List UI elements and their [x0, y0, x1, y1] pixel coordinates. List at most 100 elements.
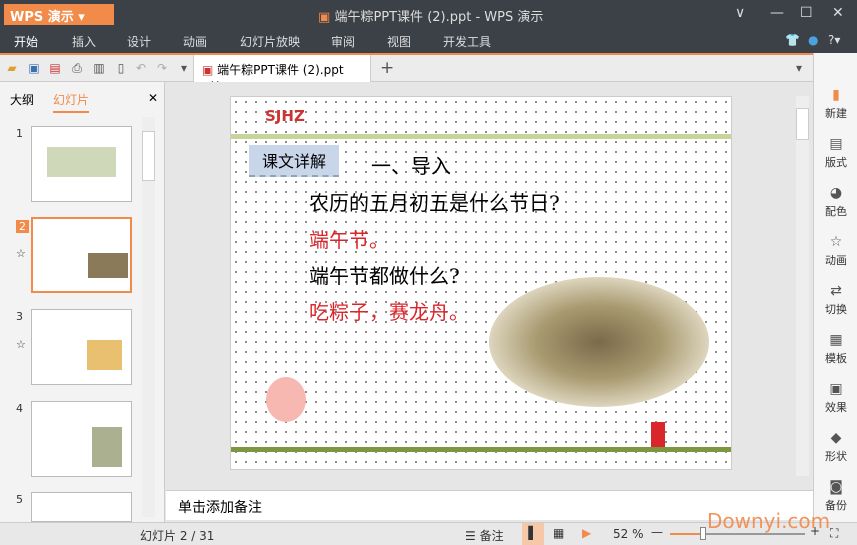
template-button[interactable]: ▦ 模板	[814, 332, 857, 366]
fit-window-icon[interactable]: ⛶	[830, 526, 838, 541]
slide-heading: 一、导入	[371, 154, 451, 178]
layout-icon: ▤	[829, 136, 843, 152]
undo-icon[interactable]: ↶	[134, 61, 148, 76]
menu-review[interactable]: 审阅	[331, 33, 355, 50]
slide-thumbnail[interactable]	[31, 309, 132, 385]
label: 模板	[825, 352, 847, 365]
slide-thumbnail-selected[interactable]	[31, 217, 132, 293]
task-pane-bar: ▮ 新建 ▤ 版式 ◕ 配色 ☆ 动画 ⇄ 切换 ▦ 模板 ▣ 效果 ◆ 形状 ◙ 备份	[813, 53, 857, 522]
wps-app-menu-button[interactable]: WPS 演示 ▾	[4, 4, 114, 25]
answer-2: 吃粽子，赛龙舟。	[309, 300, 469, 324]
slide-number: 2	[16, 220, 29, 233]
menu-bar: 开始 插入 设计 动画 幻灯片放映 审阅 视图 开发工具 👕 ● ?▾	[0, 28, 857, 55]
slide-panel: 大纲 幻灯片 ✕ 1 2 ☆ 3 ☆ 4 5	[0, 82, 165, 522]
more-dropdown-icon[interactable]: ▾	[177, 61, 191, 76]
save-icon[interactable]: ▣	[27, 61, 41, 76]
cloud-icon[interactable]: ●	[808, 33, 818, 47]
label: 形状	[825, 450, 847, 463]
palette-icon: ◕	[829, 185, 843, 201]
new-icon: ▮	[832, 87, 840, 103]
watermark: Downyi.com	[707, 509, 831, 533]
slide-editor: SJHZ 课文详解 一、导入 农历的五月初五是什么节日? 端午节。 端午节都做什…	[166, 82, 813, 490]
chevron-down-icon[interactable]: ∨	[735, 5, 745, 21]
print-icon[interactable]: ⎙	[70, 61, 84, 76]
status-bar: 幻灯片 2 / 31 ☰ 备注 ▌ ▦ ▶ 52 % — + ⛶ Downyi.…	[0, 509, 857, 545]
zoom-out-button[interactable]: —	[651, 525, 663, 539]
slide-thumbnail[interactable]	[31, 126, 132, 202]
menu-slideshow[interactable]: 幻灯片放映	[240, 33, 300, 50]
menu-animation[interactable]: 动画	[183, 33, 207, 50]
menu-design[interactable]: 设计	[127, 33, 151, 50]
title-bar: WPS 演示 ▾ ▣ 端午粽PPT课件 (2).ppt - WPS 演示 ∨ —…	[0, 0, 857, 28]
window-title: ▣ 端午粽PPT课件 (2).ppt - WPS 演示	[318, 6, 543, 25]
slide-number: 4	[16, 402, 23, 415]
menu-insert[interactable]: 插入	[72, 33, 96, 50]
help-icon[interactable]: ?▾	[828, 33, 840, 47]
slide-canvas[interactable]: SJHZ 课文详解 一、导入 农历的五月初五是什么节日? 端午节。 端午节都做什…	[230, 96, 732, 470]
divider	[231, 447, 731, 452]
ppt-icon: ▣	[202, 63, 214, 77]
new-slide-button[interactable]: ▮ 新建	[814, 87, 857, 121]
notes-toggle[interactable]: ☰ 备注	[465, 527, 504, 544]
effects-icon: ▣	[829, 381, 843, 397]
tab-slides[interactable]: 幻灯片	[53, 91, 90, 113]
print-preview-icon[interactable]: ▥	[92, 61, 106, 76]
color-scheme-button[interactable]: ◕ 配色	[814, 185, 857, 219]
transition-button[interactable]: ⇄ 切换	[814, 283, 857, 317]
editor-scrollbar[interactable]	[796, 96, 809, 476]
document-tab[interactable]: ▣ 端午粽PPT课件 (2).ppt ✕	[193, 55, 371, 92]
shapes-button[interactable]: ◆ 形状	[814, 430, 857, 464]
document-tab-label: 端午粽PPT课件 (2).ppt	[217, 63, 344, 77]
menu-developer[interactable]: 开发工具	[443, 33, 491, 50]
slideshow-icon[interactable]: ▶	[582, 526, 591, 540]
slide-number: 5	[16, 493, 23, 506]
backup-button[interactable]: ◙ 备份	[814, 479, 857, 513]
label: 版式	[825, 156, 847, 169]
animation-star-icon: ☆	[16, 247, 26, 260]
peach-character-image	[266, 377, 306, 422]
normal-view-icon[interactable]: ▌	[522, 523, 544, 545]
close-button[interactable]: ✕	[832, 5, 844, 21]
answer-1: 端午节。	[309, 228, 389, 252]
label: 动画	[825, 254, 847, 267]
animation-button[interactable]: ☆ 动画	[814, 234, 857, 268]
template-icon: ▦	[829, 332, 843, 348]
slide-counter: 幻灯片 2 / 31	[140, 529, 215, 543]
label: 切换	[825, 303, 847, 316]
preview-icon[interactable]: ▯	[114, 61, 128, 76]
skin-icon[interactable]: 👕	[785, 33, 800, 47]
tab-list-icon[interactable]: ▾	[792, 61, 806, 76]
slide-thumbnail[interactable]	[31, 401, 132, 477]
slide-thumbnail[interactable]	[31, 492, 132, 522]
menu-home[interactable]: 开始	[14, 33, 39, 55]
effects-button[interactable]: ▣ 效果	[814, 381, 857, 415]
shapes-icon: ◆	[830, 430, 842, 446]
quick-toolbar: ▰ ▣ ▤ ⎙ ▥ ▯ ↶ ↷ ▾ ▣ 端午粽PPT课件 (2).ppt ✕ +…	[0, 53, 813, 92]
redo-icon[interactable]: ↷	[155, 61, 169, 76]
layout-button[interactable]: ▤ 版式	[814, 136, 857, 170]
question-2: 端午节都做什么?	[309, 264, 460, 288]
label: 配色	[825, 205, 847, 218]
open-icon[interactable]: ▰	[5, 61, 19, 76]
window-title-text: 端午粽PPT课件 (2).ppt - WPS 演示	[334, 10, 544, 25]
new-tab-icon[interactable]: +	[380, 58, 394, 78]
transition-icon: ⇄	[830, 283, 842, 299]
slide-number: 3	[16, 310, 23, 323]
export-pdf-icon[interactable]: ▤	[48, 61, 62, 76]
tab-outline[interactable]: 大纲	[10, 91, 34, 108]
maximize-button[interactable]: ☐	[800, 5, 813, 21]
minimize-button[interactable]: —	[770, 5, 784, 21]
menu-view[interactable]: 视图	[387, 33, 411, 50]
zoom-slider-handle[interactable]	[700, 527, 706, 540]
zoom-level: 52 %	[613, 527, 644, 541]
thumbnail-scrollbar[interactable]	[142, 117, 155, 517]
close-panel-icon[interactable]: ✕	[148, 91, 158, 105]
divider	[231, 134, 731, 139]
zongzi-image	[489, 277, 709, 407]
animation-icon: ☆	[829, 234, 843, 250]
notes-icon: ☰	[465, 529, 476, 543]
slide-sorter-icon[interactable]: ▦	[553, 526, 564, 540]
zoom-slider[interactable]	[670, 527, 805, 540]
slide-number: 1	[16, 127, 23, 140]
app-button-label: WPS 演示	[10, 10, 74, 25]
